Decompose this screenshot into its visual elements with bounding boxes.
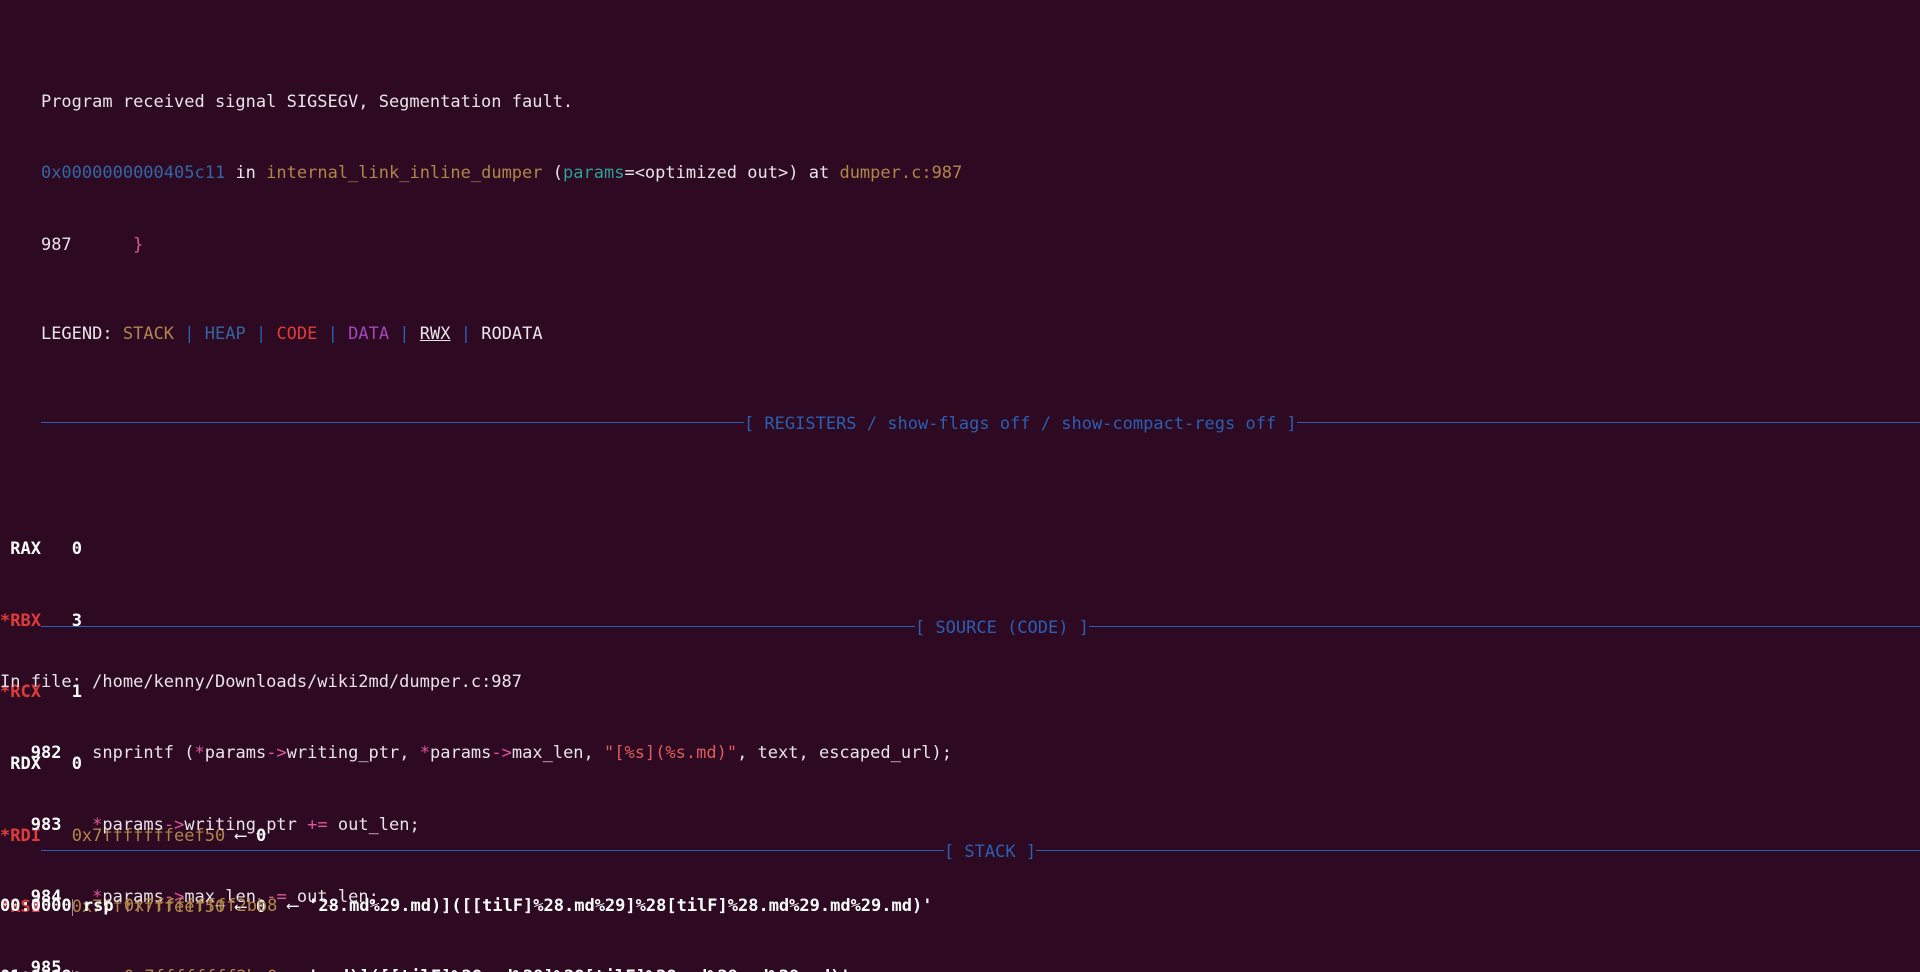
frame-source-location: dumper.c:987 xyxy=(839,163,963,184)
frame-source-lineno: 987 xyxy=(40,234,72,255)
legend-sep-5: | xyxy=(450,324,482,345)
registers-section-title: [ REGISTERS / show-flags off / show-comp… xyxy=(0,398,1920,433)
stack-panel: 00:0000 rsp 0x7ffffffff2bb8 ⟵ '28.md%29.… xyxy=(0,844,1920,972)
source-file-path: /home/kenny/Downloads/wiki2md/dumper.c:9… xyxy=(92,671,523,692)
stack-offset-1: 01:0008 xyxy=(0,967,72,972)
legend-item-rwx: RWX xyxy=(419,324,451,345)
stack-reg-rsp: rsp xyxy=(82,895,114,916)
register-row-rax: RAX 0 xyxy=(0,539,1920,560)
registers-title-label: [ REGISTERS / show-flags off / show-comp… xyxy=(743,413,1297,434)
registers-rule-left xyxy=(40,422,744,424)
frame-at-keyword: at xyxy=(808,163,830,184)
stack-value-1: '.md)]([[tilF]%28.md%29]%28[tilF]%28.md%… xyxy=(308,967,850,972)
terminal-window[interactable]: Program received signal SIGSEGV, Segment… xyxy=(0,0,1920,972)
signal-message-line: Program received signal SIGSEGV, Segment… xyxy=(0,76,1920,111)
frame-param-name: params xyxy=(563,163,625,184)
frame-param-value: <optimized out> xyxy=(634,163,789,184)
stack-row-0: 00:0000 rsp 0x7ffffffff2bb8 ⟵ '28.md%29.… xyxy=(0,895,1920,916)
legend: LEGEND: STACK | HEAP | CODE | DATA | RWX… xyxy=(0,308,1920,343)
stack-deref-arrow-0: ⟵ xyxy=(277,895,309,916)
legend-sep-3: | xyxy=(317,324,349,345)
legend-sep-4: | xyxy=(389,324,420,345)
frame-paren-open: ( xyxy=(552,163,564,184)
stack-section-title: [ STACK ] xyxy=(0,826,1920,861)
frame-address: 0x0000000000405c11 xyxy=(40,163,226,184)
stack-deref-arrow-1: ⟵ xyxy=(277,967,308,972)
frame-in-keyword: in xyxy=(235,163,256,184)
frame-line: 0x0000000000405c11 in internal_link_inli… xyxy=(0,147,1920,182)
frame-source-line: 987 } xyxy=(0,219,1920,254)
signal-message: Program received signal SIGSEGV, Segment… xyxy=(40,91,574,112)
stack-offset-0: 00:0000 xyxy=(0,895,72,916)
frame-function-name: internal_link_inline_dumper xyxy=(266,163,543,184)
legend-sep-2: | xyxy=(245,324,277,345)
legend-item-rodata: RODATA xyxy=(481,324,543,345)
legend-sep-1: | xyxy=(174,324,205,345)
legend-item-data: DATA xyxy=(348,324,390,345)
registers-rule-right xyxy=(1296,422,1920,424)
stack-address-0: 0x7ffffffff2bb8 xyxy=(123,895,278,916)
stack-address-1: 0x7ffffffff2bc0 xyxy=(124,967,278,972)
legend-item-stack: STACK xyxy=(122,324,175,345)
register-value-rax: 0 xyxy=(71,539,82,560)
frame-source-text: } xyxy=(133,234,144,255)
source-file-line: In file: /home/kenny/Downloads/wiki2md/d… xyxy=(0,671,1920,692)
frame-param-equals: = xyxy=(624,163,635,184)
frame-paren-close: ) xyxy=(788,163,799,184)
source-in-file-label: In file: xyxy=(0,671,82,692)
source-section-title: [ SOURCE (CODE) ] xyxy=(0,602,1920,637)
register-name-rax: RAX xyxy=(10,539,41,560)
legend-item-heap: HEAP xyxy=(204,324,246,345)
legend-label: LEGEND: xyxy=(40,324,113,345)
source-lineno-982: 982 xyxy=(30,743,62,764)
source-line-982: 982 snprintf (*params->writing_ptr, *par… xyxy=(30,743,953,764)
stack-value-0: '28.md%29.md)]([[tilF]%28.md%29]%28[tilF… xyxy=(308,895,933,916)
legend-item-code: CODE xyxy=(276,324,318,345)
